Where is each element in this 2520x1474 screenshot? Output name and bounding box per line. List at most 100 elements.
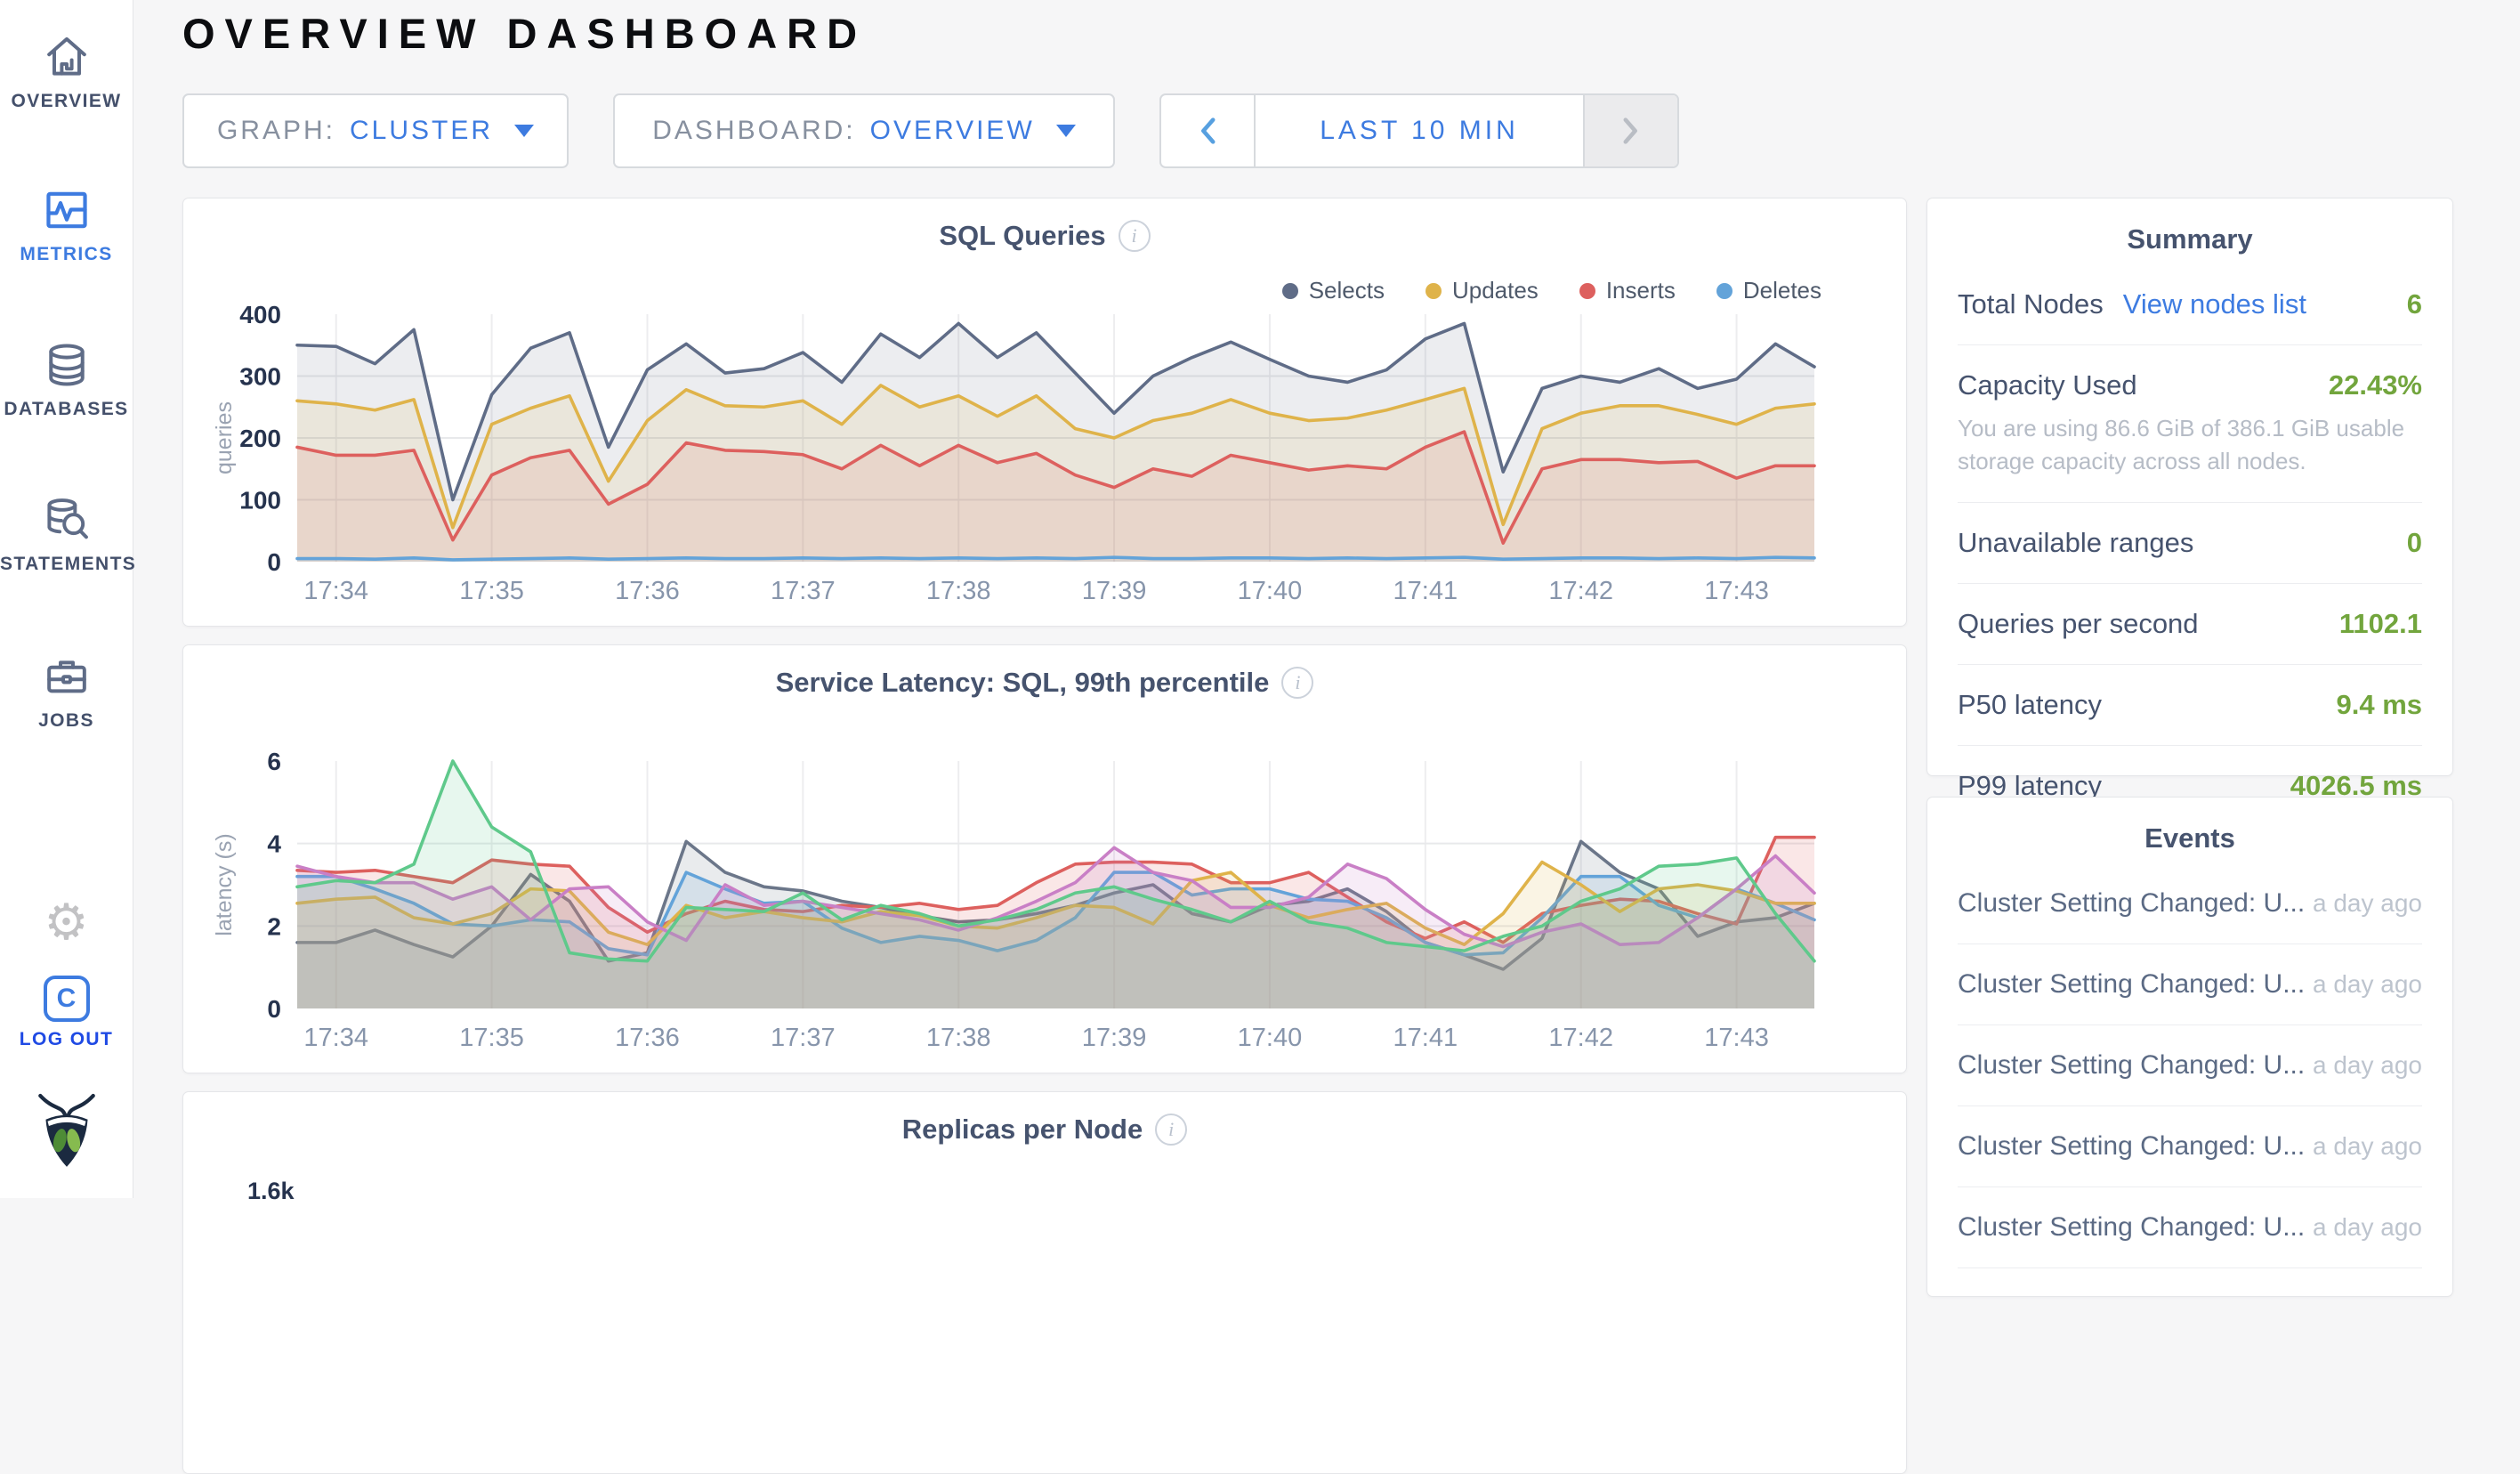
y-axis-tick: 0 xyxy=(267,548,281,576)
event-time: a day ago xyxy=(2313,970,2422,999)
chart-title: Service Latency: SQL, 99th percentile xyxy=(776,667,1270,699)
event-text: Cluster Setting Changed: U... xyxy=(1958,1212,2305,1243)
event-row[interactable]: Cluster Setting Changed: U... a day ago xyxy=(1958,1025,2422,1106)
x-axis-tick: 17:39 xyxy=(1082,577,1147,605)
x-axis-tick: 17:37 xyxy=(771,1024,836,1052)
event-time: a day ago xyxy=(2313,1132,2422,1161)
y-axis-tick: 200 xyxy=(239,425,281,452)
summary-row-capacity-used: Capacity Used 22.43% You are using 86.6 … xyxy=(1958,345,2422,503)
view-nodes-list-link[interactable]: View nodes list xyxy=(2123,288,2306,320)
sidebar-item-databases[interactable]: DATABASES xyxy=(0,340,133,420)
gear-icon: ⚙ xyxy=(44,894,88,950)
legend-label: Inserts xyxy=(1606,277,1676,304)
y-axis-tick: 300 xyxy=(239,363,281,391)
cockroachdb-logo-icon xyxy=(35,1093,99,1170)
x-axis-tick: 17:42 xyxy=(1548,1024,1613,1052)
summary-value: 0 xyxy=(2407,527,2422,559)
x-axis-tick: 17:36 xyxy=(615,577,680,605)
x-axis-tick: 17:34 xyxy=(303,1024,368,1052)
summary-panel: Summary Total Nodes View nodes list 6 Ca… xyxy=(1926,198,2453,776)
sidebar-item-statements[interactable]: STATEMENTS xyxy=(0,495,133,575)
chevron-down-icon xyxy=(1056,125,1076,137)
sidebar-item-label: OVERVIEW xyxy=(0,91,133,112)
summary-value: 22.43% xyxy=(2329,369,2422,401)
summary-value: 6 xyxy=(2407,288,2422,320)
legend-dot xyxy=(1282,283,1298,299)
time-range-value[interactable]: LAST 10 MIN xyxy=(1256,95,1583,166)
statements-icon xyxy=(42,495,92,545)
sidebar-logo[interactable] xyxy=(0,1093,133,1170)
event-text: Cluster Setting Changed: U... xyxy=(1958,888,2305,919)
events-title: Events xyxy=(1958,822,2422,854)
sidebar-item-overview[interactable]: OVERVIEW xyxy=(0,32,133,112)
x-axis-tick: 17:34 xyxy=(303,577,368,605)
x-axis-tick: 17:38 xyxy=(926,1024,991,1052)
x-axis-tick: 17:35 xyxy=(459,1024,524,1052)
summary-label: Unavailable ranges xyxy=(1958,527,2193,559)
dashboard-dropdown[interactable]: DASHBOARD: OVERVIEW xyxy=(613,93,1115,168)
y-axis-tick: 4 xyxy=(267,830,281,858)
sidebar-item-label: DATABASES xyxy=(0,399,133,420)
event-row[interactable]: Cluster Setting Changed: U... a day ago xyxy=(1958,1106,2422,1187)
info-icon[interactable] xyxy=(1119,220,1151,252)
sidebar-item-label: METRICS xyxy=(0,244,133,265)
x-axis-tick: 17:43 xyxy=(1704,1024,1769,1052)
time-range-prev-button[interactable] xyxy=(1161,95,1256,166)
event-time: a day ago xyxy=(2313,1213,2422,1242)
summary-value: 1102.1 xyxy=(2339,608,2422,640)
y-axis-tick: 0 xyxy=(267,995,281,1023)
logout-c-letter: C xyxy=(57,984,77,1014)
y-axis-label: queries xyxy=(212,401,237,474)
event-row[interactable]: Cluster Setting Changed: U... a day ago xyxy=(1958,1187,2422,1268)
legend-item-updates[interactable]: Updates xyxy=(1426,277,1539,304)
sidebar-item-jobs[interactable]: JOBS xyxy=(0,652,133,732)
legend-item-inserts[interactable]: Inserts xyxy=(1579,277,1676,304)
summary-value: 9.4 ms xyxy=(2336,689,2422,721)
legend-label: Updates xyxy=(1452,277,1539,304)
summary-label: Queries per second xyxy=(1958,608,2199,640)
y-axis-label: latency (s) xyxy=(212,833,237,935)
legend-item-selects[interactable]: Selects xyxy=(1282,277,1385,304)
event-time: a day ago xyxy=(2313,1051,2422,1080)
info-icon[interactable] xyxy=(1155,1114,1187,1146)
legend-dot xyxy=(1426,283,1442,299)
dashboard-dropdown-value: OVERVIEW xyxy=(870,116,1035,146)
x-axis-tick: 17:41 xyxy=(1393,1024,1458,1052)
legend-item-deletes[interactable]: Deletes xyxy=(1716,277,1821,304)
event-row[interactable]: Cluster Setting Changed: U... a day ago xyxy=(1958,944,2422,1025)
events-panel: Events Cluster Setting Changed: U... a d… xyxy=(1926,797,2453,1297)
sidebar-item-settings[interactable]: ⚙ xyxy=(0,897,133,947)
summary-row-p50: P50 latency 9.4 ms xyxy=(1958,665,2422,746)
legend-label: Selects xyxy=(1309,277,1385,304)
sidebar: OVERVIEW METRICS DATABASES STATEMENTS xyxy=(0,0,133,1198)
x-axis-tick: 17:36 xyxy=(615,1024,680,1052)
event-text: Cluster Setting Changed: U... xyxy=(1958,969,2305,1000)
legend-dot xyxy=(1716,283,1732,299)
x-axis-tick: 17:42 xyxy=(1548,577,1613,605)
x-axis-tick: 17:43 xyxy=(1704,577,1769,605)
x-axis-tick: 17:37 xyxy=(771,577,836,605)
jobs-icon xyxy=(42,652,92,701)
event-row[interactable]: Cluster Setting Changed: U... a day ago xyxy=(1958,863,2422,944)
sql-queries-chart[interactable]: 17:3417:3517:3617:3717:3817:3917:4017:41… xyxy=(208,304,1881,611)
time-range-selector: LAST 10 MIN xyxy=(1159,93,1679,168)
graph-dropdown-label: GRAPH: xyxy=(217,116,335,146)
summary-label: Total Nodes xyxy=(1958,288,2104,320)
sidebar-item-metrics[interactable]: METRICS xyxy=(0,185,133,265)
dashboard-dropdown-label: DASHBOARD: xyxy=(652,116,855,146)
sidebar-item-label: JOBS xyxy=(0,710,133,732)
sidebar-item-logout[interactable]: C LOG OUT xyxy=(0,976,133,1050)
graph-dropdown[interactable]: GRAPH: CLUSTER xyxy=(182,93,569,168)
info-icon[interactable] xyxy=(1281,667,1313,699)
replicas-per-node-card: Replicas per Node 1.6k xyxy=(182,1091,1907,1474)
x-axis-tick: 17:35 xyxy=(459,577,524,605)
x-axis-tick: 17:41 xyxy=(1393,577,1458,605)
summary-label: P50 latency xyxy=(1958,689,2102,721)
toolbar: GRAPH: CLUSTER DASHBOARD: OVERVIEW LAST … xyxy=(182,93,1679,168)
x-axis-tick: 17:38 xyxy=(926,577,991,605)
home-icon xyxy=(42,32,92,82)
sidebar-item-label: STATEMENTS xyxy=(0,554,133,575)
time-range-next-button[interactable] xyxy=(1583,95,1677,166)
service-latency-chart[interactable]: 17:3417:3517:3617:3717:3817:3917:4017:41… xyxy=(208,750,1881,1057)
chart-legend: Selects Updates Inserts Deletes xyxy=(1282,277,1821,304)
